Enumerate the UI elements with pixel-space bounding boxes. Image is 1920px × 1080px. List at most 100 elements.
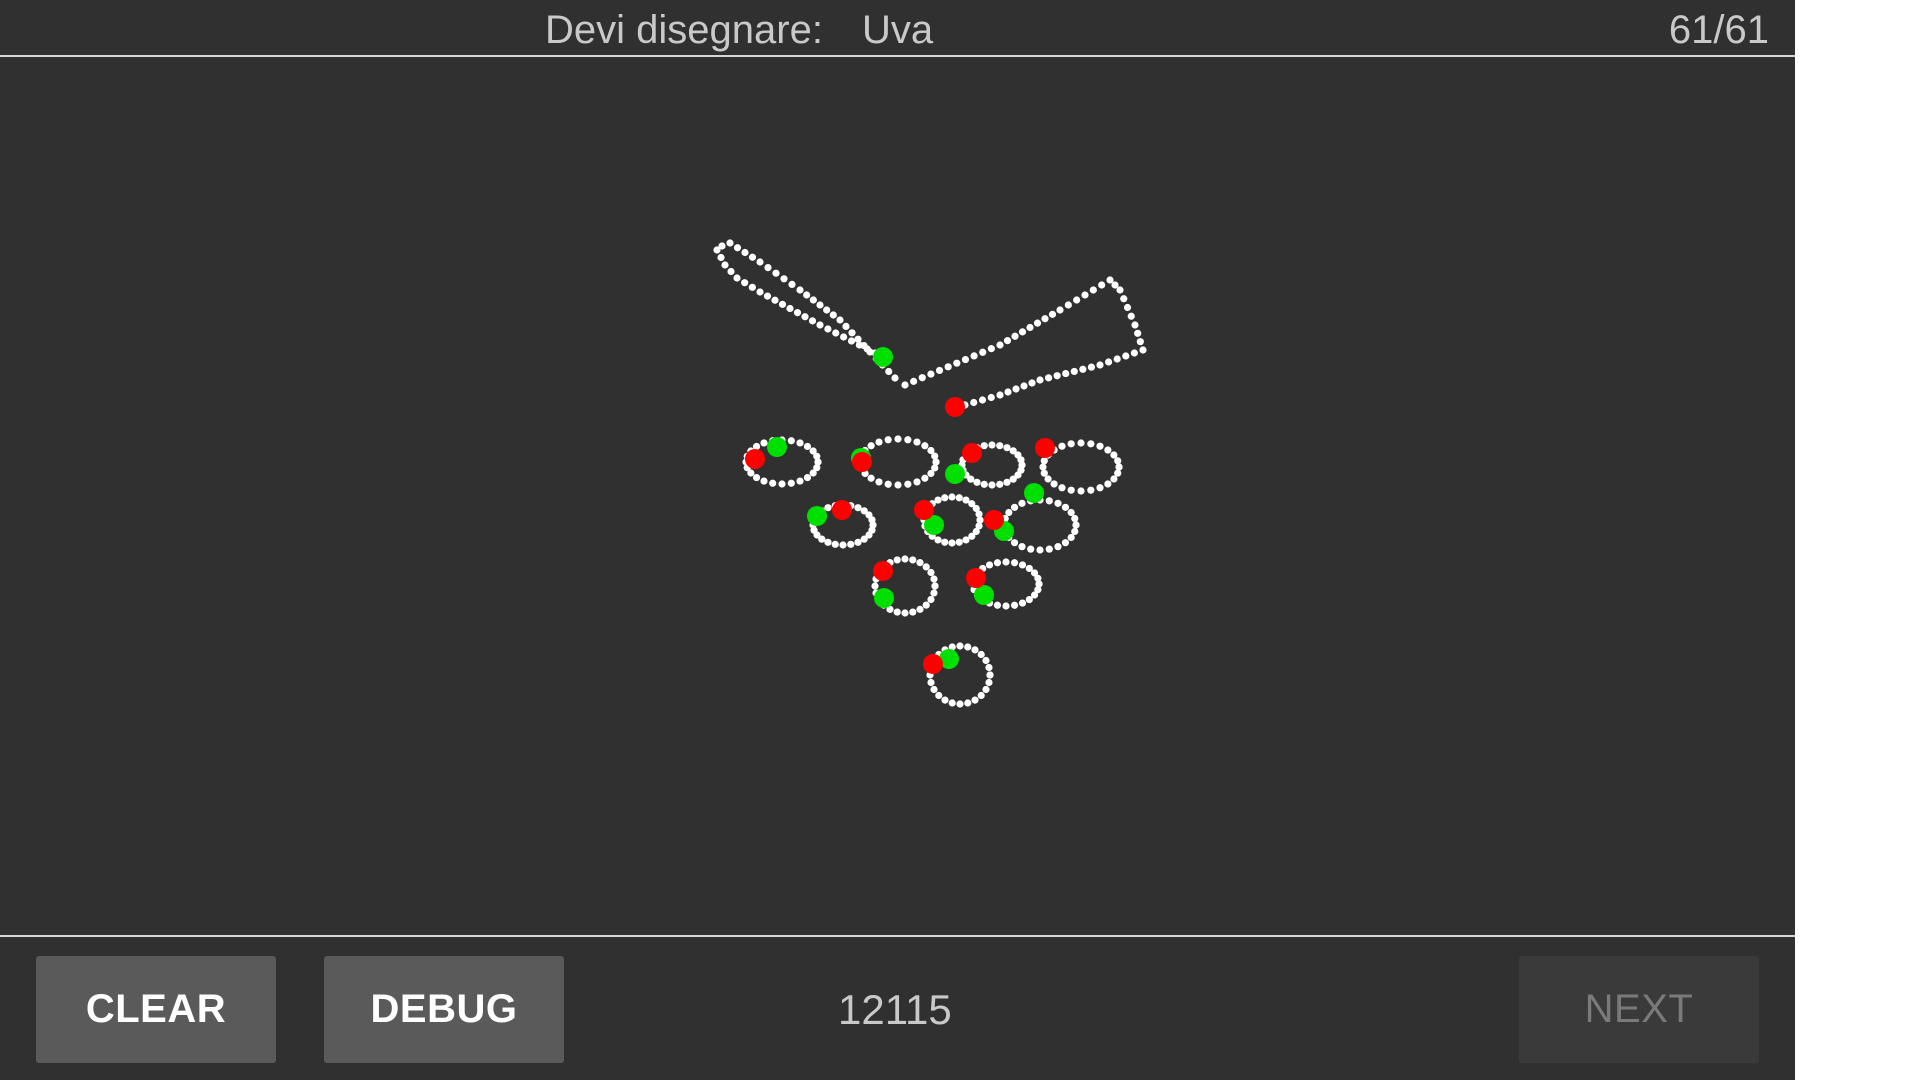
- drawing-canvas[interactable]: [0, 57, 1795, 935]
- stroke-point: [1054, 543, 1062, 551]
- stroke-point: [1058, 484, 1066, 492]
- stroke-start-marker: [1024, 483, 1044, 503]
- stroke-point: [741, 279, 749, 287]
- stroke-end-marker: [962, 443, 982, 463]
- debug-button[interactable]: DEBUG: [324, 956, 564, 1063]
- stroke-point: [803, 442, 812, 451]
- stroke-point: [1010, 601, 1019, 609]
- stroke-point: [971, 696, 979, 704]
- stroke-point: [979, 348, 987, 356]
- stroke-point: [916, 559, 924, 567]
- stroke-point: [787, 437, 795, 445]
- stroke-point: [1039, 463, 1047, 471]
- stroke-point: [1050, 480, 1058, 488]
- stroke-point: [875, 438, 883, 446]
- stroke-point: [854, 538, 862, 546]
- stroke-start-marker: [874, 588, 894, 608]
- stroke-point: [996, 391, 1004, 399]
- stroke-point: [760, 477, 768, 485]
- stroke-point: [982, 685, 990, 694]
- stroke-point: [1040, 469, 1048, 477]
- stroke-point: [961, 355, 970, 364]
- stroke-point: [904, 436, 912, 444]
- stroke-point: [717, 253, 725, 262]
- stroke-point: [1061, 503, 1070, 511]
- stroke-point: [955, 494, 963, 502]
- stroke-point: [988, 481, 996, 489]
- stroke-point: [836, 316, 844, 324]
- stroke-point: [885, 367, 893, 376]
- stroke-point: [808, 317, 817, 325]
- stroke-point: [839, 541, 847, 549]
- stroke-point: [1067, 508, 1075, 517]
- stroke-point: [1077, 439, 1085, 447]
- stroke-point: [1105, 358, 1113, 366]
- stroke-point: [985, 561, 994, 569]
- header-bar: Devi disegnare: Uva 61/61: [0, 0, 1795, 57]
- stroke-point: [867, 442, 875, 450]
- stroke-start-marker: [807, 506, 827, 526]
- stroke-point: [977, 691, 985, 700]
- stroke-start-marker: [873, 347, 893, 367]
- stroke-point: [1087, 440, 1095, 448]
- stroke-point: [869, 521, 877, 529]
- stroke-point: [982, 656, 990, 665]
- stroke-point: [918, 374, 926, 382]
- stroke-point: [894, 481, 902, 489]
- stroke-point: [884, 480, 892, 488]
- stroke-end-marker: [832, 500, 852, 520]
- stroke-point: [803, 473, 812, 482]
- clear-button[interactable]: CLEAR: [36, 956, 276, 1063]
- stroke-point: [727, 267, 735, 276]
- stroke-start-marker: [945, 464, 965, 484]
- stroke-point: [1027, 545, 1035, 553]
- stroke-point: [922, 601, 930, 609]
- stroke-point: [816, 301, 824, 309]
- next-button[interactable]: NEXT: [1519, 956, 1759, 1063]
- stroke-point: [824, 538, 832, 546]
- stroke-point: [980, 480, 988, 488]
- stroke-point: [1122, 352, 1130, 360]
- stroke-point: [1087, 363, 1096, 371]
- stroke-point: [948, 493, 956, 501]
- stroke-point: [1120, 295, 1128, 303]
- stroke-point: [948, 539, 956, 547]
- stroke-point: [1003, 444, 1011, 452]
- stroke-end-marker: [914, 500, 934, 520]
- stroke-point: [988, 441, 996, 449]
- stroke-point: [909, 608, 917, 616]
- stroke-start-marker: [974, 585, 994, 605]
- stroke-point: [1018, 543, 1026, 551]
- stroke-point: [752, 442, 761, 451]
- stroke-point: [793, 309, 802, 317]
- stroke-point: [1010, 539, 1019, 547]
- stroke-point: [1110, 475, 1118, 483]
- stroke-point: [1081, 291, 1089, 299]
- stroke-point: [935, 691, 943, 700]
- stroke-end-marker: [1035, 438, 1055, 458]
- stroke-point: [1089, 286, 1097, 294]
- stroke-point: [1036, 376, 1044, 384]
- stroke-point: [1104, 446, 1112, 454]
- stroke-point: [1071, 527, 1079, 536]
- stroke-point: [778, 300, 787, 308]
- stroke-point: [996, 442, 1004, 450]
- stroke-point: [875, 478, 883, 486]
- stroke-point: [1115, 463, 1123, 471]
- stroke-point: [733, 274, 741, 282]
- stroke-end-marker: [945, 397, 965, 417]
- stroke-point: [748, 283, 756, 291]
- stroke-point: [909, 556, 917, 564]
- stroke-point: [752, 473, 761, 482]
- stroke-point: [955, 538, 963, 546]
- stroke-point: [726, 239, 734, 247]
- stroke-point: [1134, 329, 1142, 337]
- stroke-point: [1020, 382, 1028, 390]
- drawing-surface[interactable]: [0, 57, 1795, 935]
- stroke-point: [978, 396, 987, 404]
- stroke-point: [1070, 367, 1078, 376]
- stroke-point: [1018, 461, 1026, 469]
- stroke-point: [1113, 355, 1121, 363]
- stroke-end-marker: [966, 568, 986, 588]
- stroke-point: [1056, 306, 1064, 314]
